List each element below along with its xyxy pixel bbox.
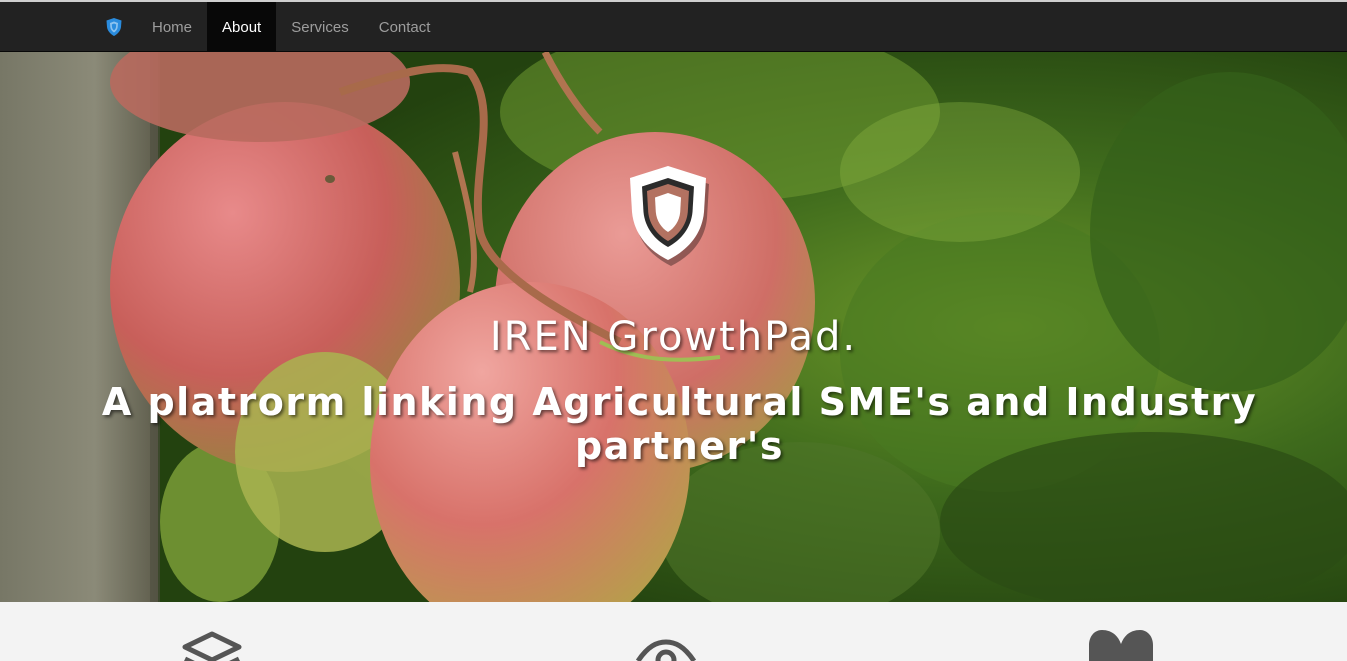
layers-icon bbox=[182, 631, 242, 661]
nav-item-services[interactable]: Services bbox=[276, 2, 364, 52]
shield-icon bbox=[106, 18, 122, 36]
hero-banner: IREN GrowthPad. A platrorm linking Agric… bbox=[0, 52, 1347, 602]
eye-icon bbox=[635, 639, 697, 661]
hero-subtitle: A platrorm linking Agricultural SME's an… bbox=[101, 380, 1258, 468]
hero-title: IREN GrowthPad. bbox=[489, 314, 858, 360]
features-section bbox=[0, 602, 1347, 661]
nav-item-contact[interactable]: Contact bbox=[364, 2, 446, 52]
navbar: Home About Services Contact bbox=[0, 2, 1347, 52]
nav-item-home[interactable]: Home bbox=[137, 2, 207, 52]
nav-item-about[interactable]: About bbox=[207, 2, 277, 52]
nav-menu: Home About Services Contact bbox=[137, 2, 445, 52]
heart-icon bbox=[1089, 630, 1153, 661]
brand-logo-link[interactable] bbox=[96, 2, 132, 52]
shield-icon bbox=[630, 166, 709, 266]
